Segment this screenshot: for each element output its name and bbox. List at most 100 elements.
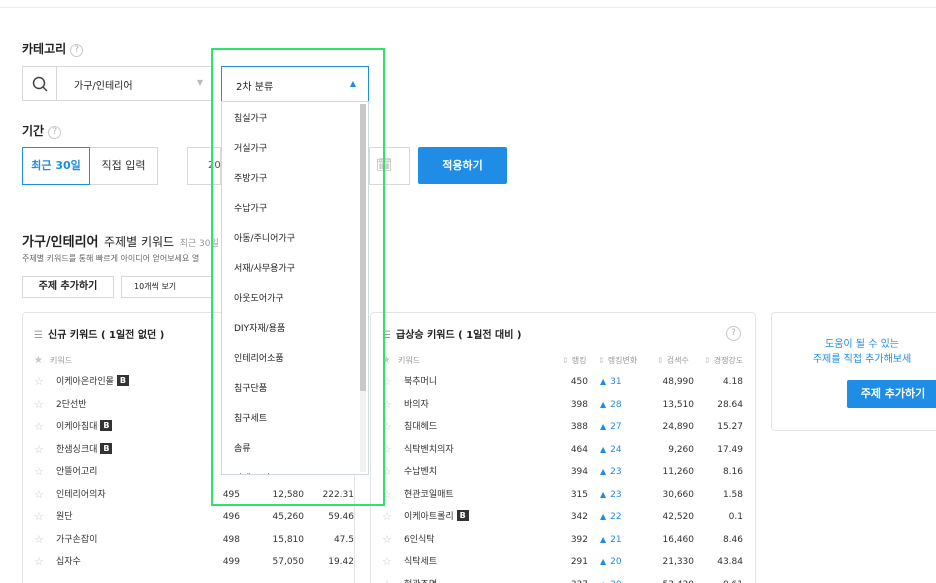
star-icon[interactable]: ☆	[34, 506, 44, 528]
keyword-cell[interactable]: 이케아트롤리 B	[404, 506, 469, 528]
rank-change-cell: ▲ 23	[600, 484, 640, 506]
rising-keywords-title: ☰ 급상승 키워드 ( 1일전 대비 )	[382, 330, 522, 341]
rank-cell: 450	[570, 377, 588, 387]
search-count-cell: 16,460	[662, 534, 695, 545]
start-date-input[interactable]: 20	[187, 147, 221, 185]
star-icon[interactable]: ☆	[34, 461, 44, 483]
star-icon[interactable]: ☆	[382, 461, 392, 483]
keyword-cell[interactable]: 원단	[56, 506, 73, 528]
table-row[interactable]: ☆ 바의자 398 ▲ 28 13,510 28.64	[382, 394, 747, 416]
star-icon[interactable]: ☆	[34, 416, 44, 438]
secondary-category-select[interactable]: 2차 분류 ▲	[221, 66, 369, 102]
rising-header-search[interactable]: ⇕ 검색수	[657, 354, 689, 368]
star-icon[interactable]: ☆	[382, 574, 392, 583]
table-row[interactable]: ☆ 가구손잡이 498 15,810 47.5	[34, 529, 354, 551]
help-icon[interactable]: ?	[48, 126, 62, 139]
dropdown-item[interactable]: 서재/사무용가구	[234, 254, 295, 284]
apply-button[interactable]: 적용하기	[418, 147, 507, 184]
end-date-input[interactable]: 🗓	[369, 147, 410, 185]
keyword-cell[interactable]: 2단선반	[56, 394, 87, 416]
table-row[interactable]: ☆ 침대헤드 388 ▲ 27 24,890 15.27	[382, 416, 747, 438]
view-count-select[interactable]: 10개씩 보기	[121, 276, 213, 298]
table-row[interactable]: ☆ 북추머니 450 ▲ 31 48,990 4.18	[382, 371, 747, 393]
category-search-button[interactable]	[22, 66, 57, 101]
menu-icon[interactable]: ☰	[382, 330, 392, 341]
tab-recent-30-days[interactable]: 최근 30일	[22, 147, 90, 185]
secondary-category-dropdown[interactable]: 침실가구 거실가구 주방가구 수납가구 아동/주니어가구 서재/사무용가구 아웃도어가구 DI…	[221, 101, 369, 475]
menu-icon[interactable]: ☰	[34, 330, 44, 341]
dropdown-item[interactable]: 수납가구	[234, 194, 267, 224]
table-row[interactable]: ☆ 현관코일매트 315 ▲ 23 30,660 1.58	[382, 484, 747, 506]
dropdown-scrollbar-thumb[interactable]	[360, 104, 366, 391]
keyword-text: 한샘싱크대	[56, 444, 98, 455]
tab-custom-range[interactable]: 직접 입력	[89, 147, 158, 185]
star-icon[interactable]: ☆	[34, 529, 44, 551]
dropdown-item[interactable]: 주방가구	[234, 164, 267, 194]
keyword-text: 십자수	[56, 557, 81, 567]
keyword-cell[interactable]: 6인식탁	[404, 529, 435, 551]
primary-category-select[interactable]: 가구/인테리어 ▼	[56, 66, 212, 101]
star-icon[interactable]: ☆	[382, 439, 392, 461]
keyword-cell[interactable]: 한샘싱크대 B	[56, 439, 113, 461]
table-row[interactable]: ☆ 식탁세트 291 ▲ 20 21,330 43.84	[382, 551, 747, 573]
star-icon[interactable]: ☆	[382, 394, 392, 416]
rising-header-keyword[interactable]: ★ 키워드	[382, 354, 420, 368]
keyword-cell[interactable]: 이케아온라인몰 B	[56, 371, 129, 393]
keyword-cell[interactable]: 북추머니	[404, 371, 437, 393]
brand-badge: B	[116, 375, 129, 386]
keyword-cell[interactable]: 침대헤드	[404, 416, 437, 438]
dropdown-item[interactable]: DIY자재/용품	[234, 314, 285, 344]
arrow-up-icon: ▲	[600, 467, 607, 476]
keyword-cell[interactable]: 식탁세트	[404, 551, 437, 573]
dropdown-item[interactable]: 아동/주니어가구	[234, 224, 295, 254]
star-icon[interactable]: ☆	[34, 484, 44, 506]
keyword-cell[interactable]: 가구손잡이	[56, 529, 97, 551]
table-row[interactable]: ☆ 십자수 499 57,050 19.42	[34, 551, 354, 573]
keyword-cell[interactable]: 수납벤치	[404, 461, 437, 483]
dropdown-item[interactable]: 침실가구	[234, 104, 267, 134]
table-row[interactable]: ☆ 현관조명 337 ▲ 20 53,430 0.61	[382, 574, 747, 583]
keyword-cell[interactable]: 현관코일매트	[404, 484, 454, 506]
rising-header-rank-change[interactable]: ⇕ 랭킹변화	[598, 354, 637, 368]
help-icon[interactable]: ?	[70, 44, 84, 57]
table-row[interactable]: ☆ 식탁벤치의자 464 ▲ 24 9,260 17.49	[382, 439, 747, 461]
star-icon[interactable]: ☆	[34, 551, 44, 573]
star-icon[interactable]: ☆	[382, 551, 392, 573]
star-icon[interactable]: ☆	[382, 371, 392, 393]
dropdown-item[interactable]: 아웃도어가구	[234, 284, 284, 314]
table-row[interactable]: ☆ 이케아트롤리 B 342 ▲ 22 42,520 0.1	[382, 506, 747, 528]
dropdown-item[interactable]: 침구단품	[234, 374, 267, 404]
rank-change-value: 28	[610, 399, 622, 410]
dropdown-item[interactable]: 침구세트	[234, 404, 267, 434]
star-icon[interactable]: ☆	[382, 416, 392, 438]
keyword-cell[interactable]: 인테리어의자	[56, 484, 106, 506]
help-icon[interactable]: ?	[726, 326, 741, 341]
keyword-cell[interactable]: 십자수	[56, 551, 81, 573]
competition-cell: 8.16	[722, 467, 743, 477]
keyword-cell[interactable]: 이케아침대 B	[56, 416, 113, 438]
star-icon[interactable]: ☆	[382, 529, 392, 551]
star-icon[interactable]: ☆	[382, 506, 392, 528]
table-row[interactable]: ☆ 인테리어의자 495 12,580 222.31	[34, 484, 354, 506]
calendar-icon[interactable]: 🗓	[376, 158, 393, 173]
dropdown-item[interactable]: 인테리어소품	[234, 344, 284, 374]
dropdown-item[interactable]: 거실가구	[234, 134, 267, 164]
keyword-cell[interactable]: 안뜰어고리	[56, 461, 97, 483]
keyword-cell[interactable]: 현관조명	[404, 574, 437, 583]
keyword-cell[interactable]: 식탁벤치의자	[404, 439, 454, 461]
keyword-cell[interactable]: 바의자	[404, 394, 429, 416]
star-icon[interactable]: ☆	[382, 484, 392, 506]
dropdown-item[interactable]: 카페트/러그	[234, 464, 278, 474]
star-icon[interactable]: ☆	[34, 371, 44, 393]
table-row[interactable]: ☆ 수납벤치 394 ▲ 23 11,260 8.16	[382, 461, 747, 483]
suggest-add-topic-button[interactable]: 주제 추가하기	[847, 380, 936, 408]
dropdown-item[interactable]: 솜류	[234, 434, 251, 464]
add-topic-button[interactable]: 주제 추가하기	[22, 276, 114, 298]
rising-header-competition[interactable]: ⇕ 경쟁강도	[704, 354, 743, 368]
star-icon[interactable]: ☆	[34, 394, 44, 416]
rising-header-rank[interactable]: ⇕ 랭킹	[562, 354, 586, 368]
suggest-topic-card: 도움이 될 수 있는 주제를 직접 추가해보세 주제 추가하기	[771, 312, 936, 431]
star-icon[interactable]: ☆	[34, 439, 44, 461]
table-row[interactable]: ☆ 6인식탁 392 ▲ 21 16,460 8.46	[382, 529, 747, 551]
table-row[interactable]: ☆ 원단 496 45,260 59.46	[34, 506, 354, 528]
